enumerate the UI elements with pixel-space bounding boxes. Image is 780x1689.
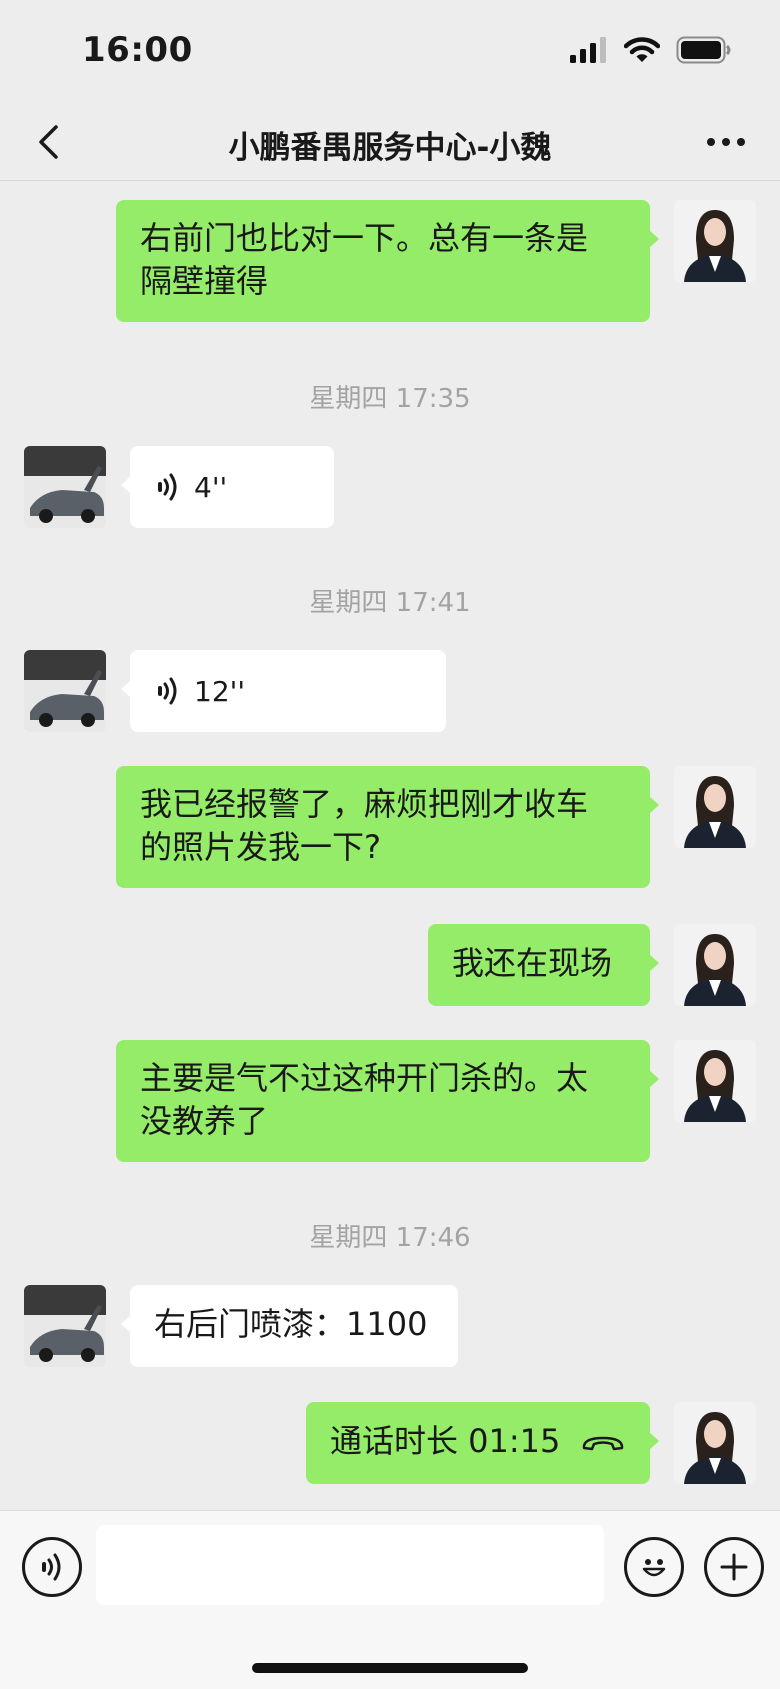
my-avatar[interactable] [674, 924, 756, 1006]
my-message-bubble[interactable]: 主要是气不过这种开门杀的。太 没教养了 [116, 1040, 659, 1162]
chat-messages[interactable]: 右前门也比对一下。总有一条是 隔壁撞得 星期四 17:35 4'' 星期四 17… [0, 181, 780, 1511]
wifi-icon [624, 37, 660, 62]
cellular-signal-icon [570, 37, 606, 63]
timestamp: 星期四 17:41 [309, 588, 471, 618]
contact-avatar[interactable] [24, 1285, 106, 1367]
message-line: 我还在现场 [452, 944, 613, 982]
plus-icon [720, 1553, 748, 1581]
voice-wave-icon [158, 677, 177, 705]
emoji-button[interactable] [624, 1537, 684, 1597]
contact-avatar[interactable] [24, 446, 106, 528]
my-message-bubble[interactable]: 右前门也比对一下。总有一条是 隔壁撞得 [116, 200, 659, 322]
voice-message-bubble[interactable]: 4'' [121, 446, 334, 528]
my-message-bubble[interactable]: 我已经报警了，麻烦把刚才收车 的照片发我一下? [116, 766, 659, 888]
status-bar: 16:00 [0, 0, 780, 104]
voice-input-button[interactable] [22, 1537, 82, 1597]
phone-hangup-icon [582, 1436, 624, 1451]
input-bar [0, 1510, 780, 1689]
message-line: 右后门喷漆：1100 [154, 1305, 428, 1343]
message-line: 右前门也比对一下。总有一条是 [140, 219, 589, 257]
voice-wave-icon [158, 473, 177, 501]
call-record-bubble[interactable]: 通话时长 01:15 [306, 1402, 659, 1484]
voice-duration: 12'' [194, 674, 246, 708]
voice-icon [42, 1553, 61, 1581]
voice-duration: 4'' [194, 470, 228, 504]
chat-title: 小鹏番禺服务中心-小魏 [228, 130, 552, 166]
my-avatar[interactable] [674, 200, 756, 282]
my-avatar[interactable] [674, 1402, 756, 1484]
status-time: 16:00 [82, 30, 193, 70]
message-line: 我已经报警了，麻烦把刚才收车 [140, 785, 589, 823]
home-indicator[interactable] [252, 1663, 528, 1673]
more-options-icon[interactable] [698, 118, 754, 166]
message-input[interactable] [96, 1525, 604, 1605]
chat-header: 小鹏番禺服务中心-小魏 [0, 104, 780, 181]
timestamp: 星期四 17:46 [309, 1223, 471, 1253]
message-line: 没教养了 [140, 1102, 269, 1140]
message-line: 主要是气不过这种开门杀的。太 [140, 1059, 589, 1097]
voice-message-bubble[interactable]: 12'' [121, 650, 446, 732]
my-message-bubble[interactable]: 我还在现场 [428, 924, 659, 1006]
message-line: 的照片发我一下? [140, 828, 381, 866]
my-avatar[interactable] [674, 1040, 756, 1122]
emoji-icon [642, 1559, 666, 1577]
my-avatar[interactable] [674, 766, 756, 848]
contact-avatar[interactable] [24, 650, 106, 732]
timestamp: 星期四 17:35 [309, 384, 471, 414]
status-icons [570, 36, 732, 64]
more-functions-button[interactable] [704, 1537, 764, 1597]
contact-message-bubble[interactable]: 右后门喷漆：1100 [121, 1285, 458, 1367]
message-line: 隔壁撞得 [140, 262, 269, 300]
battery-icon [676, 36, 731, 64]
call-duration-label: 通话时长 01:15 [330, 1422, 561, 1460]
